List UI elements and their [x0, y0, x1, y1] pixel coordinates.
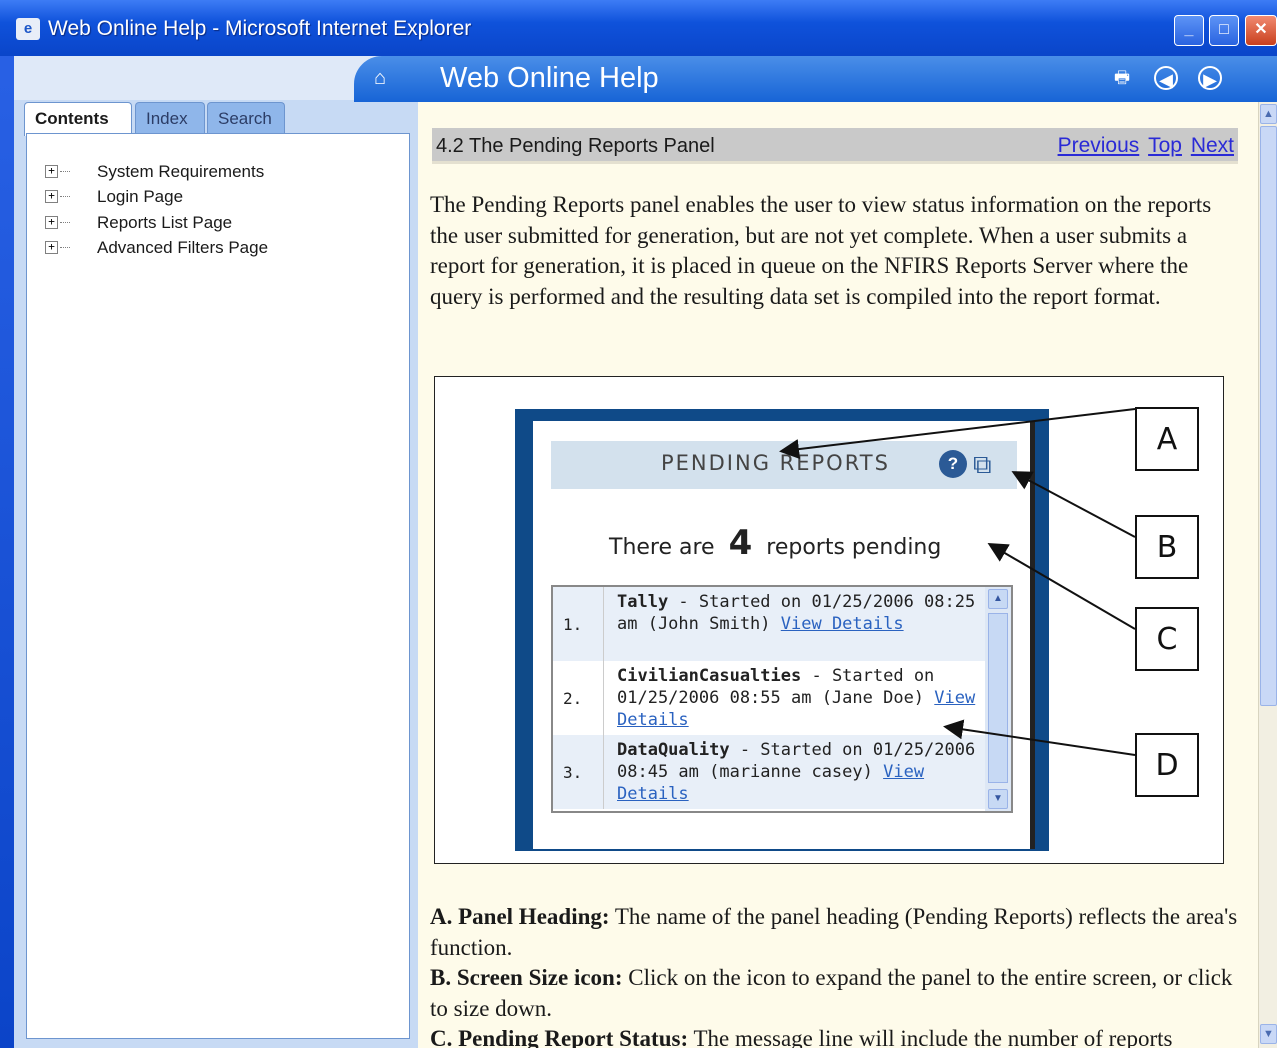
- forward-circle-icon[interactable]: ▶: [1198, 66, 1222, 90]
- description-term: B. Screen Size icon:: [430, 965, 623, 990]
- intro-paragraph: The Pending Reports panel enables the us…: [430, 192, 1212, 309]
- callout-b: B: [1135, 515, 1199, 579]
- content-scrollbar[interactable]: ▲ ▼: [1258, 102, 1277, 1048]
- next-link[interactable]: Next: [1191, 134, 1234, 157]
- help-client-area: Contents Index Search + System Requireme…: [14, 56, 1277, 1048]
- section-title: 4.2 The Pending Reports Panel: [436, 135, 715, 157]
- toc-item-label[interactable]: Reports List Page: [97, 213, 232, 233]
- description-text: The message line will include the number…: [688, 1026, 1173, 1048]
- minimize-button[interactable]: _: [1174, 15, 1204, 46]
- description-c: C. Pending Report Status: The message li…: [430, 1024, 1238, 1048]
- expand-icon[interactable]: +: [45, 241, 58, 254]
- help-title: Web Online Help: [440, 62, 659, 94]
- scroll-thumb[interactable]: [1260, 126, 1277, 706]
- callout-descriptions: A. Panel Heading: The name of the panel …: [430, 902, 1238, 1048]
- top-link[interactable]: Top: [1148, 134, 1182, 157]
- tab-search-label: Search: [218, 109, 272, 128]
- description-term: A. Panel Heading:: [430, 904, 610, 929]
- contents-tree: + System Requirements + Login Page + Rep…: [26, 133, 410, 1039]
- callout-c: C: [1135, 607, 1199, 671]
- home-icon[interactable]: ⌂: [374, 67, 386, 90]
- tab-search[interactable]: Search: [207, 102, 285, 134]
- maximize-button[interactable]: □: [1209, 15, 1239, 46]
- close-button[interactable]: ✕: [1245, 15, 1277, 46]
- ie-page-icon: e: [16, 18, 40, 40]
- description-term: C. Pending Report Status:: [430, 1026, 689, 1048]
- section-heading-bar: 4.2 The Pending Reports Panel Previous T…: [432, 128, 1238, 164]
- browser-window: e Web Online Help - Microsoft Internet E…: [0, 0, 1277, 1048]
- toc-item-label[interactable]: System Requirements: [97, 162, 264, 182]
- topic-content: 4.2 The Pending Reports Panel Previous T…: [418, 102, 1258, 1048]
- expand-icon[interactable]: +: [45, 190, 58, 203]
- section-nav: Previous Top Next: [1055, 134, 1234, 158]
- back-circle-icon[interactable]: ◀: [1154, 66, 1178, 90]
- arrow-b: [1011, 471, 1136, 538]
- help-header-bar: ⌂ Web Online Help 🖶 ◀ ▶: [354, 56, 1277, 102]
- description-b: B. Screen Size icon: Click on the icon t…: [430, 963, 1238, 1024]
- callout-d: D: [1135, 733, 1199, 797]
- expand-icon[interactable]: +: [45, 216, 58, 229]
- tab-contents-label: Contents: [35, 109, 109, 128]
- title-bar: e Web Online Help - Microsoft Internet E…: [0, 0, 1277, 56]
- scroll-up-icon[interactable]: ▲: [1260, 104, 1277, 124]
- expand-icon[interactable]: +: [45, 165, 58, 178]
- previous-link[interactable]: Previous: [1058, 134, 1140, 157]
- tab-contents[interactable]: Contents: [24, 102, 132, 136]
- callout-a: A: [1135, 407, 1199, 471]
- arrow-c: [987, 542, 1136, 630]
- navigation-pane: Contents Index Search + System Requireme…: [14, 56, 418, 1048]
- window-title: Web Online Help - Microsoft Internet Exp…: [48, 17, 472, 40]
- tab-index[interactable]: Index: [135, 102, 205, 134]
- arrow-a: [779, 408, 1136, 460]
- toc-item-label[interactable]: Login Page: [97, 187, 183, 207]
- print-icon[interactable]: 🖶: [1110, 66, 1134, 90]
- scroll-down-icon[interactable]: ▼: [1260, 1024, 1277, 1044]
- pending-reports-figure: PENDING REPORTS ? ⧉ There are 4 reports pe…: [434, 376, 1224, 864]
- tab-index-label: Index: [146, 109, 188, 128]
- arrow-d: [943, 719, 1136, 756]
- toc-item-label[interactable]: Advanced Filters Page: [97, 238, 268, 258]
- callout-arrows: [779, 408, 1136, 756]
- description-a: A. Panel Heading: The name of the panel …: [430, 902, 1238, 963]
